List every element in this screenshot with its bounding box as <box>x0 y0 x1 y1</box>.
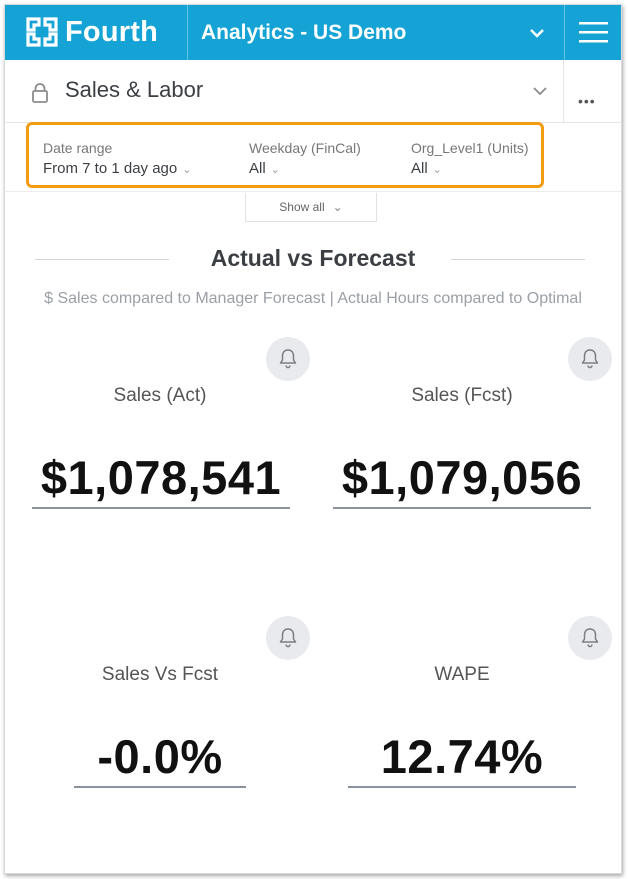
filter-bar: Date range From 7 to 1 day ago ⌄ Weekday … <box>26 122 544 188</box>
bell-icon <box>581 349 599 369</box>
filter-weekday[interactable]: Weekday (FinCal) All ⌄ <box>249 140 361 177</box>
kpi-label: Sales (Fcst) <box>411 385 513 406</box>
kpi-label: WAPE <box>434 664 490 685</box>
hamburger-menu-button[interactable] <box>565 5 621 60</box>
lock-icon <box>32 83 48 103</box>
chevron-down-icon: ⌄ <box>432 164 442 176</box>
fourth-logo-icon <box>26 17 58 47</box>
chevron-down-icon[interactable] <box>527 23 547 43</box>
show-all-button[interactable]: Show all ⌄ <box>245 193 377 222</box>
kpi-value[interactable]: -0.0% <box>74 729 246 788</box>
kpi-value[interactable]: 12.74% <box>348 729 576 788</box>
dashboard-header: Sales & Labor ••• <box>5 60 621 123</box>
hamburger-menu-icon <box>579 22 608 43</box>
alert-button[interactable] <box>568 337 612 381</box>
filter-value: All <box>249 160 266 177</box>
kpi-value[interactable]: $1,078,541 <box>32 450 290 509</box>
kpi-value[interactable]: $1,079,056 <box>333 450 591 509</box>
filter-org-level1[interactable]: Org_Level1 (Units) All ⌄ <box>411 140 529 177</box>
alert-button[interactable] <box>266 616 310 660</box>
more-icon[interactable]: ••• <box>578 93 596 109</box>
alert-button[interactable] <box>568 616 612 660</box>
divider <box>563 60 564 122</box>
filter-date-range[interactable]: Date range From 7 to 1 day ago ⌄ <box>43 140 191 177</box>
bell-icon <box>581 628 599 648</box>
logo[interactable]: Fourth <box>25 14 158 50</box>
show-all-label: Show all <box>279 200 325 214</box>
filter-label: Weekday (FinCal) <box>249 140 361 156</box>
alert-button[interactable] <box>266 337 310 381</box>
kpi-label: Sales Vs Fcst <box>101 664 219 685</box>
chevron-down-icon: ⌄ <box>182 164 192 176</box>
filter-label: Org_Level1 (Units) <box>411 140 529 156</box>
chevron-down-icon: ⌄ <box>332 200 343 214</box>
top-bar: Fourth Analytics - US Demo <box>5 5 621 60</box>
filter-value: All <box>411 160 428 177</box>
workspace-selector[interactable]: Analytics - US Demo <box>201 5 406 60</box>
section-subtitle: $ Sales compared to Manager Forecast | A… <box>44 290 582 307</box>
filter-value: From 7 to 1 day ago <box>43 160 178 177</box>
filter-label: Date range <box>43 140 113 156</box>
divider <box>187 5 188 60</box>
bell-icon <box>279 628 297 648</box>
app-window: Fourth Analytics - US Demo Sales & Labor… <box>4 4 622 874</box>
chevron-down-icon: ⌄ <box>270 164 280 176</box>
divider <box>5 191 621 192</box>
section-title: Actual vs Forecast <box>210 245 416 271</box>
bell-icon <box>279 349 297 369</box>
dashboard-title[interactable]: Sales & Labor <box>65 77 203 103</box>
kpi-label: Sales (Act) <box>113 385 207 406</box>
chevron-down-icon[interactable] <box>531 84 549 98</box>
logo-text: Fourth <box>65 15 159 48</box>
